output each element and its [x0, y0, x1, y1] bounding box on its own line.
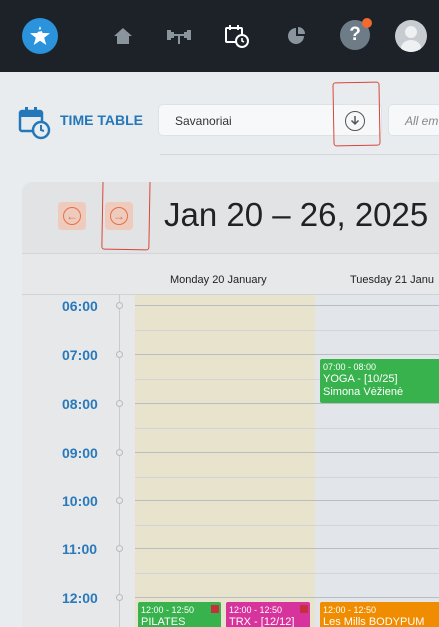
time-axis-line: [119, 295, 120, 627]
dumbbell-icon[interactable]: [166, 24, 192, 48]
pie-chart-icon[interactable]: [283, 24, 309, 48]
hour-marker: [116, 302, 123, 309]
hour-line: [135, 597, 439, 598]
employees-select-placeholder: All em: [405, 114, 439, 128]
help-label: ?: [349, 24, 361, 45]
hour-marker: [116, 594, 123, 601]
hour-marker: [116, 449, 123, 456]
hour-label: 12:00: [62, 590, 98, 606]
annotation-box-next-week: [101, 182, 151, 251]
event-time: 12:00 - 12:50: [229, 605, 283, 615]
hour-label: 09:00: [62, 445, 98, 461]
hour-label: 07:00: [62, 347, 98, 363]
half-hour-line: [135, 525, 439, 526]
half-hour-line: [135, 428, 439, 429]
day-header-tuesday: Tuesday 21 Janu: [350, 274, 434, 286]
hour-label: 08:00: [62, 396, 98, 412]
prev-week-button[interactable]: ←: [58, 202, 86, 230]
hour-label: 11:00: [62, 541, 98, 557]
event-time: 07:00 - 08:00: [323, 362, 377, 372]
hour-marker: [116, 545, 123, 552]
hour-marker: [116, 351, 123, 358]
annotation-box-download: [332, 81, 381, 147]
event-time: 12:00 - 12:50: [323, 605, 377, 615]
calendar-header: ← → Jan 20 – 26, 2025: [22, 182, 439, 254]
calendar-clock-icon[interactable]: [224, 24, 250, 48]
calendar-card: ← → Jan 20 – 26, 2025 Monday 20 January …: [22, 182, 439, 627]
site-select-value: Savanoriai: [175, 114, 232, 128]
page-title: TIME TABLE: [60, 112, 143, 128]
event-time: 12:00 - 12:50: [141, 605, 195, 615]
half-hour-line: [135, 477, 439, 478]
app-root: ? TIME TABLE Savanoriai All em ← → Jan 2…: [0, 0, 439, 627]
hour-line: [135, 354, 439, 355]
arrow-left-icon: ←: [63, 207, 81, 225]
event-bodypump[interactable]: 12:00 - 12:50 Les Mills BODYPUM: [320, 602, 439, 627]
event-flag-icon: [300, 605, 308, 613]
home-icon[interactable]: [110, 24, 136, 48]
hour-line: [135, 500, 439, 501]
event-title: TRX - [12/12]: [229, 616, 295, 627]
hour-label: 10:00: [62, 493, 98, 509]
half-hour-line: [135, 573, 439, 574]
notification-dot: [362, 18, 372, 28]
half-hour-line: [135, 330, 439, 331]
event-title: PILATES: [141, 616, 186, 627]
event-title: YOGA - [10/25]: [323, 373, 398, 385]
hour-line: [135, 305, 439, 306]
hour-marker: [116, 497, 123, 504]
hour-line: [135, 548, 439, 549]
employees-select[interactable]: All em: [388, 104, 439, 136]
event-title: Les Mills BODYPUM: [323, 616, 425, 627]
event-flag-icon: [211, 605, 219, 613]
star-logo-icon[interactable]: [22, 18, 58, 54]
day-column-monday[interactable]: [135, 295, 315, 627]
event-trx[interactable]: 12:00 - 12:50 TRX - [12/12]: [226, 602, 310, 627]
hour-marker: [116, 400, 123, 407]
timetable-calendar-icon: [18, 106, 52, 140]
event-yoga[interactable]: 07:00 - 08:00 YOGA - [10/25] Simona Vėži…: [320, 359, 439, 403]
top-nav-bar: ?: [0, 0, 439, 72]
hour-label: 06:00: [62, 298, 98, 314]
day-header-monday: Monday 20 January: [170, 274, 267, 286]
event-pilates[interactable]: 12:00 - 12:50 PILATES: [138, 602, 221, 627]
toolbar-divider: [160, 154, 439, 155]
hour-line: [135, 403, 439, 404]
hour-line: [135, 452, 439, 453]
day-column-tuesday[interactable]: [315, 295, 439, 627]
timetable-toolbar: TIME TABLE Savanoriai All em: [10, 72, 439, 170]
event-trainer: Simona Vėžienė: [323, 386, 404, 398]
week-range-title: Jan 20 – 26, 2025: [164, 196, 429, 233]
avatar[interactable]: [395, 20, 427, 52]
